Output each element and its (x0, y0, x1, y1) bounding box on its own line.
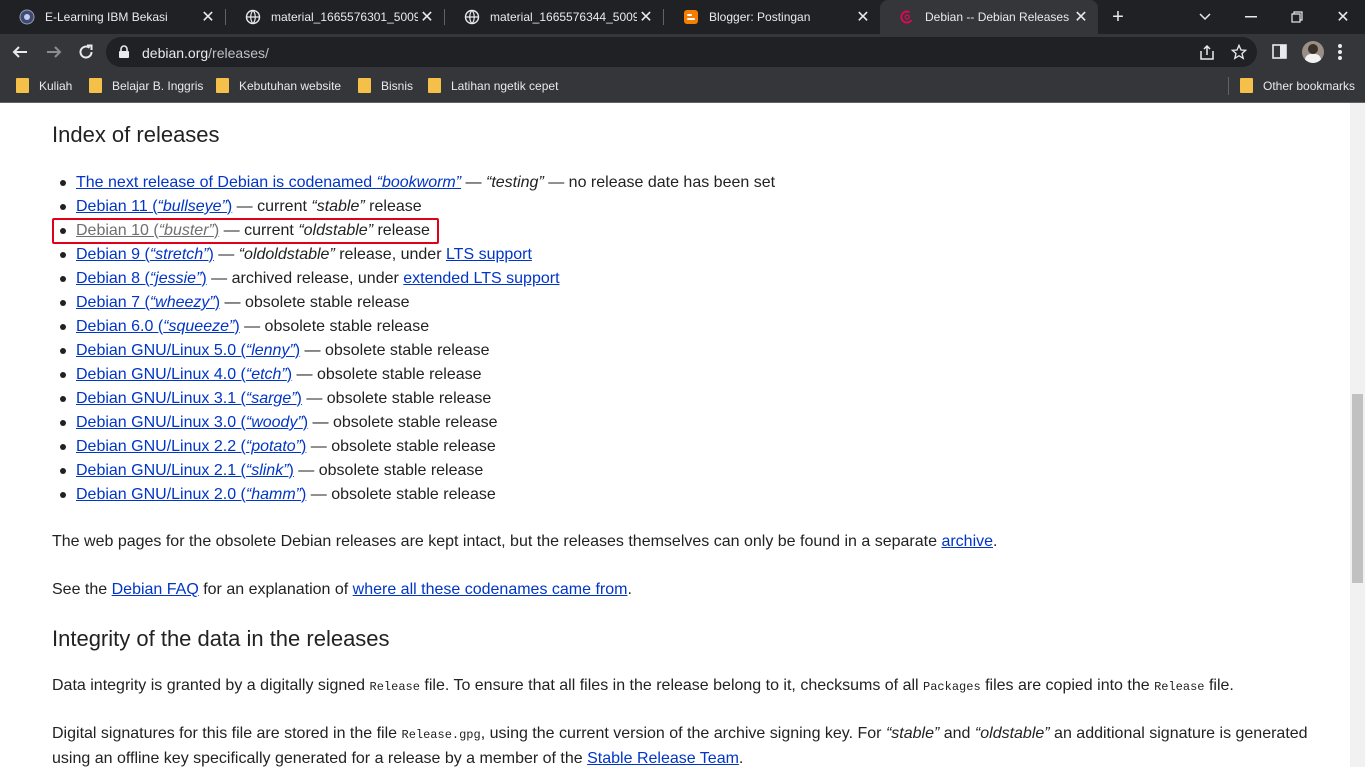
bookmark-divider (1228, 77, 1229, 95)
close-tab-icon[interactable]: ✕ (637, 8, 655, 26)
tab-title: E-Learning IBM Bekasi (45, 10, 168, 24)
release-link[interactable]: Debian GNU/Linux 3.0 (“woody”) (76, 414, 308, 431)
lts-support-link[interactable]: LTS support (446, 246, 532, 263)
release-link[interactable]: Debian 6.0 (“squeeze”) (76, 318, 240, 335)
folder-icon (1240, 78, 1253, 93)
signatures-paragraph: Digital signatures for this file are sto… (52, 725, 1308, 767)
release-link[interactable]: Debian GNU/Linux 3.1 (“sarge”) (76, 390, 302, 407)
reload-icon (79, 44, 93, 59)
minimize-icon[interactable] (1240, 6, 1262, 28)
release-item: Debian 8 (“jessie”) — archived release, … (59, 269, 775, 293)
release-item: Debian GNU/Linux 3.1 (“sarge”) — obsolet… (59, 389, 775, 413)
release-link[interactable]: Debian GNU/Linux 2.2 (“potato”) (76, 438, 306, 455)
release-item: Debian 6.0 (“squeeze”) — obsolete stable… (59, 317, 775, 341)
forward-arrow-icon (47, 46, 62, 58)
debian-faq-link[interactable]: Debian FAQ (112, 581, 199, 598)
avatar[interactable] (1302, 41, 1324, 63)
release-link[interactable]: Debian 8 (“jessie”) (76, 270, 207, 287)
codenames-link[interactable]: where all these codenames came from (353, 581, 628, 598)
share-icon[interactable] (1199, 45, 1215, 61)
tab-title: material_1665576344_500921 (490, 10, 637, 24)
page-heading-index: Index of releases (52, 122, 220, 147)
release-item: The next release of Debian is codenamed … (59, 173, 775, 197)
toolbar: debian.org/releases/ (0, 34, 1365, 70)
folder-icon (428, 78, 441, 93)
release-link[interactable]: Debian GNU/Linux 2.0 (“hamm”) (76, 486, 306, 503)
browser-chrome: E-Learning IBM Bekasi ✕ material_1665576… (0, 0, 1365, 103)
lts-support-link[interactable]: extended LTS support (403, 270, 559, 287)
release-link[interactable]: The next release of Debian is codenamed … (76, 174, 461, 191)
bookmark-star-icon[interactable] (1231, 44, 1247, 60)
bookmarks-bar: Kuliah Belajar B. Inggris Kebutuhan webs… (0, 70, 1365, 103)
close-tab-icon[interactable]: ✕ (854, 8, 872, 26)
release-link[interactable]: Debian 11 (“bullseye”) (76, 198, 232, 215)
tab-material-2[interactable]: material_1665576344_500921 ✕ (445, 0, 663, 34)
close-tab-icon[interactable]: ✕ (1072, 8, 1090, 26)
release-item: Debian GNU/Linux 5.0 (“lenny”) — obsolet… (59, 341, 775, 365)
release-link[interactable]: Debian 7 (“wheezy”) (76, 294, 220, 311)
address-bar[interactable]: debian.org/releases/ (106, 37, 1257, 67)
restore-icon[interactable] (1286, 6, 1308, 28)
debian-icon (900, 10, 913, 24)
release-item: Debian 7 (“wheezy”) — obsolete stable re… (59, 293, 775, 317)
release-link[interactable]: Debian GNU/Linux 2.1 (“slink”) (76, 462, 294, 479)
tab-elearning[interactable]: E-Learning IBM Bekasi ✕ (0, 0, 225, 34)
archive-link[interactable]: archive (941, 533, 993, 550)
folder-icon (16, 78, 29, 93)
back-button[interactable] (6, 38, 34, 66)
back-arrow-icon (12, 46, 27, 58)
globe-icon (464, 9, 480, 25)
release-item: Debian GNU/Linux 2.1 (“slink”) — obsolet… (59, 461, 775, 485)
release-item: Debian GNU/Linux 2.2 (“potato”) — obsole… (59, 437, 775, 461)
close-tab-icon[interactable]: ✕ (199, 8, 217, 26)
release-item: Debian GNU/Linux 2.0 (“hamm”) — obsolete… (59, 485, 775, 509)
side-panel-icon[interactable] (1272, 44, 1287, 59)
integrity-paragraph: Data integrity is granted by a digitally… (52, 677, 1234, 694)
release-link[interactable]: Debian GNU/Linux 4.0 (“etch”) (76, 366, 292, 383)
new-tab-button[interactable]: + (1108, 7, 1128, 27)
folder-icon (358, 78, 371, 93)
obsolete-paragraph: The web pages for the obsolete Debian re… (52, 533, 998, 550)
tab-title: Debian -- Debian Releases (925, 10, 1070, 24)
tab-material-1[interactable]: material_1665576301_500921 ✕ (226, 0, 444, 34)
other-bookmarks[interactable]: Other bookmarks (1240, 78, 1355, 93)
release-link[interactable]: Debian 9 (“stretch”) (76, 246, 214, 263)
faq-paragraph: See the Debian FAQ for an explanation of… (52, 581, 632, 598)
globe-icon (245, 9, 261, 25)
release-item: Debian GNU/Linux 4.0 (“etch”) — obsolete… (59, 365, 775, 389)
bookmark-folder-bisnis[interactable]: Bisnis (358, 78, 413, 93)
release-link[interactable]: Debian GNU/Linux 5.0 (“lenny”) (76, 342, 300, 359)
close-tab-icon[interactable]: ✕ (418, 8, 436, 26)
reload-button[interactable] (72, 38, 100, 66)
bookmark-folder-kuliah[interactable]: Kuliah (16, 78, 72, 93)
scrollbar-thumb[interactable] (1352, 394, 1363, 583)
page-heading-integrity: Integrity of the data in the releases (52, 626, 390, 651)
tab-search-icon[interactable] (1194, 6, 1216, 28)
bookmark-folder-belajar[interactable]: Belajar B. Inggris (89, 78, 203, 93)
bookmark-folder-kebutuhan[interactable]: Kebutuhan website (216, 78, 341, 93)
highlight-box (52, 218, 439, 244)
tab-title: Blogger: Postingan (709, 10, 811, 24)
release-item: Debian 9 (“stretch”) — “oldoldstable” re… (59, 245, 775, 269)
tab-strip: E-Learning IBM Bekasi ✕ material_1665576… (0, 0, 1365, 34)
url-text: debian.org/releases/ (142, 45, 269, 61)
close-window-icon[interactable]: ✕ (1332, 6, 1354, 28)
stable-release-team-link[interactable]: Stable Release Team (587, 750, 739, 767)
moodle-icon (19, 9, 35, 25)
lock-icon[interactable] (118, 45, 130, 59)
bookmark-folder-latihan[interactable]: Latihan ngetik cepet (428, 78, 558, 93)
page-content: Index of releases The next release of De… (0, 103, 1350, 767)
forward-button[interactable] (40, 38, 68, 66)
tab-blogger[interactable]: Blogger: Postingan ✕ (664, 0, 880, 34)
release-item: Debian GNU/Linux 3.0 (“woody”) — obsolet… (59, 413, 775, 437)
folder-icon (89, 78, 102, 93)
menu-icon[interactable] (1338, 44, 1342, 60)
tab-debian-releases[interactable]: Debian -- Debian Releases ✕ (880, 0, 1098, 34)
blogger-icon (684, 10, 698, 24)
folder-icon (216, 78, 229, 93)
tab-title: material_1665576301_500921 (271, 10, 418, 24)
